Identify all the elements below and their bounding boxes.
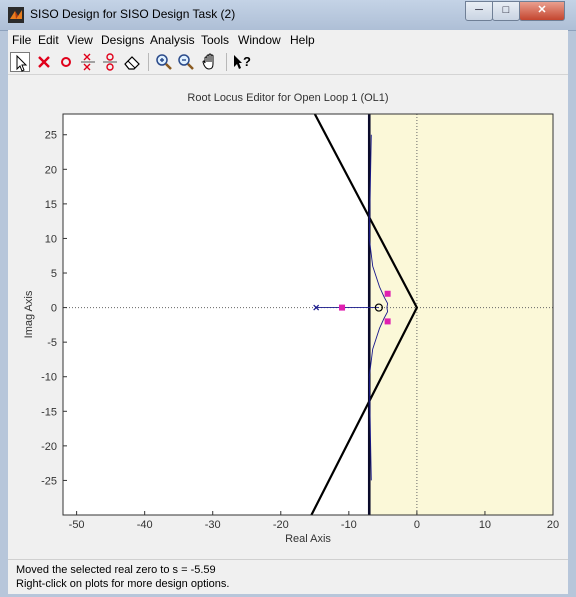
- pan-hand-icon[interactable]: [200, 52, 220, 72]
- menu-window[interactable]: Window: [238, 33, 281, 47]
- root-locus-panel: Root Locus Editor for Open Loop 1 (OL1) …: [8, 75, 568, 557]
- menu-designs[interactable]: Designs: [101, 33, 144, 47]
- y-tick-label: -20: [41, 441, 57, 453]
- y-tick-label: -25: [41, 475, 57, 487]
- close-button[interactable]: ✕: [519, 1, 565, 21]
- x-tick-label: -50: [69, 519, 85, 531]
- menu-file[interactable]: File: [12, 33, 31, 47]
- whats-this-help-icon[interactable]: ?: [232, 52, 252, 72]
- menu-help[interactable]: Help: [290, 33, 315, 47]
- y-tick-label: -10: [41, 372, 57, 384]
- y-tick-label: 20: [45, 164, 57, 176]
- toolbar: ?: [8, 50, 568, 75]
- x-tick-label: -20: [273, 519, 289, 531]
- add-complex-zero-icon[interactable]: [100, 52, 120, 72]
- window-title: SISO Design for SISO Design Task (2): [30, 7, 236, 21]
- add-real-pole-icon[interactable]: [34, 52, 54, 72]
- zoom-out-icon[interactable]: [176, 52, 196, 72]
- y-tick-label: -5: [47, 337, 57, 349]
- y-tick-label: 5: [51, 268, 57, 280]
- x-tick-label: -10: [341, 519, 357, 531]
- y-tick-label: 0: [51, 303, 57, 315]
- y-tick-label: 25: [45, 130, 57, 142]
- menu-tools[interactable]: Tools: [201, 33, 229, 47]
- menu-view[interactable]: View: [67, 33, 93, 47]
- closed-loop-pole-marker[interactable]: [339, 304, 346, 311]
- status-bar: Moved the selected real zero to s = -5.5…: [8, 559, 568, 594]
- toolbar-separator: [226, 53, 227, 71]
- window-frame-left: [0, 30, 8, 597]
- status-hint: Right-click on plots for more design opt…: [16, 578, 230, 590]
- status-message: Moved the selected real zero to s = -5.5…: [16, 564, 216, 576]
- zoom-in-icon[interactable]: [154, 52, 174, 72]
- add-complex-pole-icon[interactable]: [78, 52, 98, 72]
- y-tick-label: -15: [41, 406, 57, 418]
- matlab-app-icon: [8, 7, 24, 23]
- x-tick-label: 0: [414, 519, 420, 531]
- menu-edit[interactable]: Edit: [38, 33, 59, 47]
- y-axis-label: Imag Axis: [23, 290, 35, 338]
- svg-text:?: ?: [243, 54, 251, 69]
- window-frame-right: [568, 30, 576, 597]
- x-tick-label: 10: [479, 519, 491, 531]
- add-real-zero-icon[interactable]: [56, 52, 76, 72]
- unstable-region: [369, 114, 553, 515]
- minimize-button[interactable]: ─: [465, 1, 493, 21]
- toolbar-separator: [148, 53, 149, 71]
- x-tick-label: -30: [205, 519, 221, 531]
- closed-loop-pole-marker[interactable]: [384, 290, 391, 297]
- y-tick-label: 15: [45, 199, 57, 211]
- x-tick-label: 20: [547, 519, 559, 531]
- title-bar[interactable]: SISO Design for SISO Design Task (2) ─ □…: [0, 0, 576, 31]
- select-arrow-icon[interactable]: [10, 52, 30, 72]
- closed-loop-pole-marker[interactable]: [384, 318, 391, 325]
- eraser-icon[interactable]: [122, 52, 142, 72]
- menu-analysis[interactable]: Analysis: [150, 33, 195, 47]
- x-axis-label: Real Axis: [285, 533, 331, 545]
- maximize-button[interactable]: □: [492, 1, 520, 21]
- menu-bar: File Edit View Designs Analysis Tools Wi…: [8, 30, 568, 50]
- root-locus-plot[interactable]: -50 -40 -30 -20 -10 0 10 20 25 20 15 10 5 0 -5 -10 -15 -2…: [8, 75, 568, 557]
- x-tick-label: -40: [137, 519, 153, 531]
- y-tick-label: 10: [45, 233, 57, 245]
